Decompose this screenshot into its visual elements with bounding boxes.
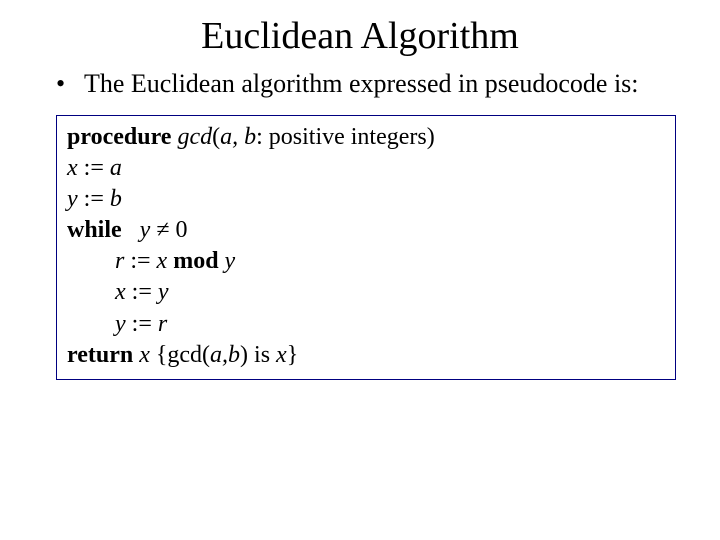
- keyword-mod: mod: [173, 248, 218, 274]
- neq-symbol: ≠: [156, 217, 169, 243]
- while-var-y: y: [140, 217, 157, 243]
- code-line-while: while y ≠ 0: [67, 215, 665, 246]
- body-text: The Euclidean algorithm expressed in pse…: [56, 68, 680, 101]
- var-x: x: [67, 155, 84, 181]
- keyword-while: while: [67, 217, 122, 243]
- var-b: b: [110, 186, 122, 212]
- proc-args-ab: a, b: [220, 124, 256, 150]
- var-y: y: [67, 186, 84, 212]
- assign-op: :=: [130, 248, 156, 274]
- code-line-x-assign2: x := y: [67, 277, 665, 308]
- return-comment-close: }: [287, 342, 299, 368]
- code-line-procedure: procedure gcd(a, b: positive integers): [67, 122, 665, 153]
- var-y2: y: [225, 248, 236, 274]
- var-r2: r: [158, 311, 167, 337]
- keyword-return: return: [67, 342, 133, 368]
- code-line-y-assign: y := b: [67, 184, 665, 215]
- code-line-x-assign: x := a: [67, 153, 665, 184]
- keyword-procedure: procedure: [67, 124, 171, 150]
- code-line-r-assign: r := x mod y: [67, 246, 665, 277]
- slide-title: Euclidean Algorithm: [0, 14, 720, 58]
- assign-op: :=: [132, 279, 158, 305]
- return-comment-mid: ) is: [240, 342, 276, 368]
- pseudocode-box: procedure gcd(a, b: positive integers) x…: [56, 115, 676, 381]
- proc-args-open: (: [212, 124, 220, 150]
- var-r: r: [115, 248, 130, 274]
- code-line-y-assign2: y := r: [67, 309, 665, 340]
- return-ab: a,b: [210, 342, 240, 368]
- return-comment-open: {gcd(: [156, 342, 210, 368]
- while-space: [122, 217, 140, 243]
- assign-op: :=: [132, 311, 158, 337]
- var-x3: x: [115, 279, 132, 305]
- return-x: x: [276, 342, 287, 368]
- return-var-x: x: [139, 342, 156, 368]
- bullet-item: The Euclidean algorithm expressed in pse…: [56, 68, 680, 101]
- zero: 0: [170, 217, 188, 243]
- assign-op: :=: [84, 186, 110, 212]
- code-line-return: return x {gcd(a,b) is x}: [67, 340, 665, 371]
- var-a: a: [110, 155, 122, 181]
- var-x2: x: [157, 248, 174, 274]
- var-y4: y: [115, 311, 132, 337]
- var-y3: y: [158, 279, 169, 305]
- slide: Euclidean Algorithm The Euclidean algori…: [0, 0, 720, 540]
- proc-name: gcd: [177, 124, 212, 150]
- proc-args-rest: : positive integers): [256, 124, 435, 150]
- assign-op: :=: [84, 155, 110, 181]
